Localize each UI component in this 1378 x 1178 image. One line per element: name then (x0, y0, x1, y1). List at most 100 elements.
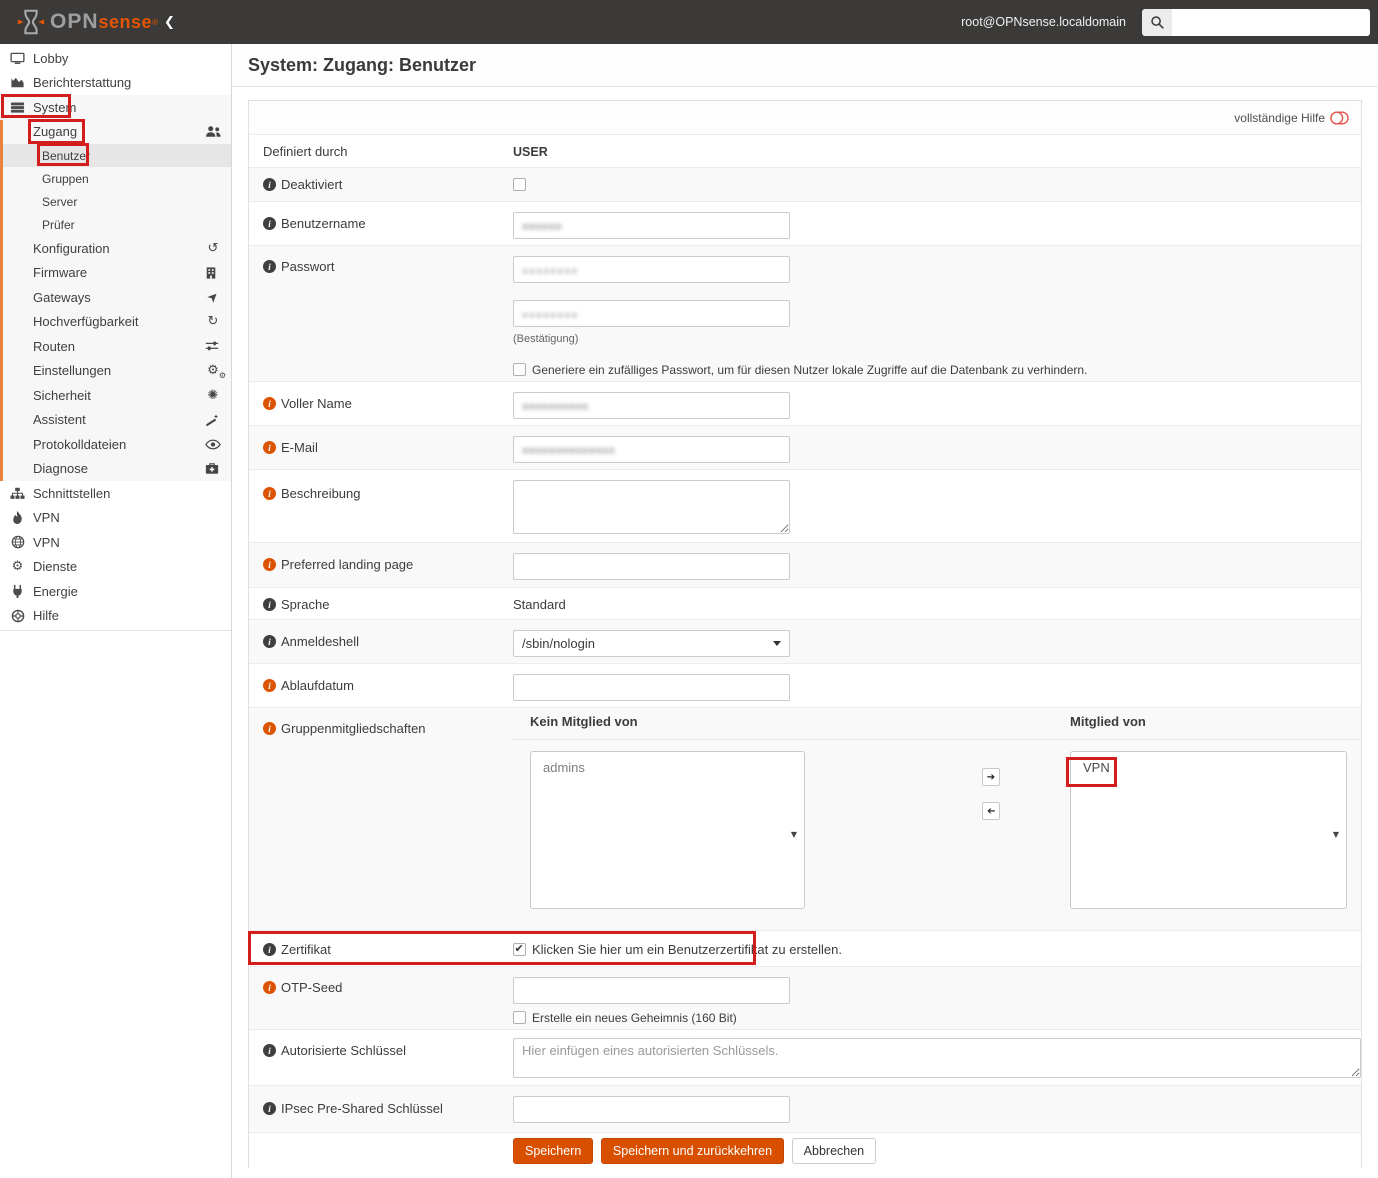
generate-password-label: Generiere ein zufälliges Passwort, um fü… (532, 363, 1087, 377)
sidebar-item-diagnose[interactable]: Diagnose (3, 457, 231, 482)
row-login-shell: Anmeldeshell /sbin/nologin (249, 620, 1361, 664)
group-option-vpn[interactable]: VPN (1071, 758, 1346, 777)
sidebar-item-sicherheit[interactable]: Sicherheit ✺ (3, 383, 231, 408)
save-button[interactable]: Speichern (513, 1138, 593, 1164)
ipsec-psk-label: IPsec Pre-Shared Schlüssel (281, 1101, 443, 1116)
password-confirm-redacted-value: ●●●●●●●● (522, 303, 578, 328)
ipsec-psk-input[interactable] (513, 1096, 790, 1123)
sidebar-item-energie[interactable]: Energie (0, 579, 231, 604)
not-member-listbox[interactable]: admins ▼ (530, 751, 805, 909)
email-redacted-value: ■■■■■■■■■■■■■■ (522, 439, 615, 464)
create-certificate-checkbox[interactable] (513, 943, 526, 956)
row-expiry: Ablaufdatum (249, 664, 1361, 708)
generate-otp-checkbox[interactable] (513, 1011, 526, 1024)
sidebar-item-einstellungen[interactable]: Einstellungen ⚙⚙ (3, 359, 231, 384)
search-button[interactable] (1142, 9, 1172, 36)
otp-seed-input[interactable] (513, 977, 790, 1004)
info-icon (263, 943, 276, 956)
cancel-button[interactable]: Abbrechen (792, 1138, 876, 1164)
landing-page-input[interactable] (513, 553, 790, 580)
brand-registered: ® (152, 18, 158, 27)
certificate-label: Zertifikat (281, 942, 331, 957)
sidebar-item-assistent[interactable]: Assistent (3, 408, 231, 433)
password-confirm-caption: (Bestätigung) (513, 333, 1361, 345)
email-label: E-Mail (281, 440, 318, 455)
authorized-keys-label: Autorisierte Schlüssel (281, 1043, 406, 1058)
search-input[interactable] (1172, 9, 1370, 36)
sidebar-item-lobby[interactable]: Lobby (0, 46, 231, 71)
save-and-return-button[interactable]: Speichern und zurückkehren (601, 1138, 784, 1164)
row-fullname: Voller Name ■■■■■■■■■■ (249, 382, 1361, 426)
email-input[interactable]: ■■■■■■■■■■■■■■ (513, 436, 790, 463)
sidebar-item-routen[interactable]: Routen (3, 334, 231, 359)
sidebar-item-konfiguration[interactable]: Konfiguration ↺ (3, 236, 231, 261)
add-to-group-button[interactable]: ➔ (982, 768, 1000, 786)
sidebar-item-firewall[interactable]: VPN (0, 506, 231, 531)
chevron-down-icon (773, 641, 781, 646)
info-icon (263, 558, 276, 571)
page-title: System: Zugang: Benutzer (248, 55, 476, 76)
remove-from-group-button[interactable]: ➔ (982, 802, 1000, 820)
disabled-checkbox[interactable] (513, 178, 526, 191)
group-option-admins[interactable]: admins (531, 758, 804, 777)
row-certificate: Zertifikat Klicken Sie hier um ein Benut… (249, 931, 1361, 967)
page-header: System: Zugang: Benutzer (232, 44, 1378, 87)
full-help-label: vollständige Hilfe (1234, 111, 1325, 125)
sidebar-item-hochverfuegbarkeit[interactable]: Hochverfügbarkeit ↻ (3, 310, 231, 335)
login-shell-select[interactable]: /sbin/nologin (513, 630, 790, 657)
authorized-keys-textarea[interactable] (513, 1038, 1361, 1078)
sidebar-item-hilfe[interactable]: Hilfe (0, 604, 231, 629)
sidebar-item-gruppen[interactable]: Gruppen (3, 167, 231, 190)
sidebar-item-pruefer[interactable]: Prüfer (3, 213, 231, 236)
opnsense-logo[interactable]: OPNsense® (0, 7, 150, 37)
full-help-row: vollständige Hilfe (249, 101, 1361, 135)
generate-password-checkbox[interactable] (513, 363, 526, 376)
info-icon (263, 1102, 276, 1115)
globe-icon (10, 535, 25, 550)
sidebar-item-vpn[interactable]: VPN (0, 530, 231, 555)
sidebar-collapse-icon[interactable]: ❮ (164, 15, 175, 30)
sidebar-item-system[interactable]: System (0, 95, 231, 120)
sidebar-item-benutzer[interactable]: Benutzer (3, 144, 231, 167)
generate-otp-label: Erstelle ein neues Geheimnis (160 Bit) (532, 1011, 737, 1025)
sitemap-icon (10, 486, 25, 501)
member-listbox[interactable]: VPN ▼ (1070, 751, 1347, 909)
sidebar-nav: Lobby Berichterstattung System Zugang Be… (0, 44, 232, 1178)
sidebar-item-protokolldateien[interactable]: Protokolldateien (3, 432, 231, 457)
sidebar-item-server[interactable]: Server (3, 190, 231, 213)
sidebar-item-schnittstellen[interactable]: Schnittstellen (0, 481, 231, 506)
global-search (1142, 9, 1370, 36)
disabled-label: Deaktiviert (281, 177, 342, 192)
defined-by-label: Definiert durch (263, 144, 348, 159)
top-bar: OPNsense® ❮ root@OPNsense.localdomain (0, 0, 1378, 44)
expiry-input[interactable] (513, 674, 790, 701)
search-icon (1150, 15, 1165, 30)
sidebar-item-zugang[interactable]: Zugang (3, 120, 231, 145)
area-chart-icon (10, 75, 25, 90)
help-toggle-icon[interactable] (1330, 111, 1349, 125)
password-confirm-input[interactable]: ●●●●●●●● (513, 300, 790, 327)
sidebar-item-berichterstattung[interactable]: Berichterstattung (0, 71, 231, 96)
fullname-input[interactable]: ■■■■■■■■■■ (513, 392, 790, 419)
info-icon (263, 260, 276, 273)
username-redacted-value: ■■■■■■ (522, 215, 562, 240)
expiry-label: Ablaufdatum (281, 678, 354, 693)
username-input[interactable]: ■■■■■■ (513, 212, 790, 239)
user-form-panel: vollständige Hilfe Definiert durch USER … (248, 100, 1362, 1168)
sidebar-item-dienste[interactable]: ⚙ Dienste (0, 555, 231, 580)
sidebar-item-firmware[interactable]: Firmware (3, 261, 231, 286)
info-icon (263, 487, 276, 500)
description-textarea[interactable] (513, 480, 790, 534)
password-redacted-value: ●●●●●●●● (522, 259, 578, 284)
login-shell-label: Anmeldeshell (281, 634, 359, 649)
cogs-icon: ⚙⚙ (205, 363, 221, 378)
brand-opn: OPN (50, 10, 99, 34)
otp-seed-label: OTP-Seed (281, 980, 342, 995)
language-value: Standard (513, 597, 566, 612)
password-input[interactable]: ●●●●●●●● (513, 256, 790, 283)
not-member-header: Kein Mitglied von (530, 714, 1050, 729)
group-memberships-label: Gruppenmitgliedschaften (281, 721, 426, 736)
row-disabled: Deaktiviert (249, 168, 1361, 202)
row-description: Beschreibung (249, 470, 1361, 543)
sidebar-item-gateways[interactable]: Gateways ➤ (3, 285, 231, 310)
